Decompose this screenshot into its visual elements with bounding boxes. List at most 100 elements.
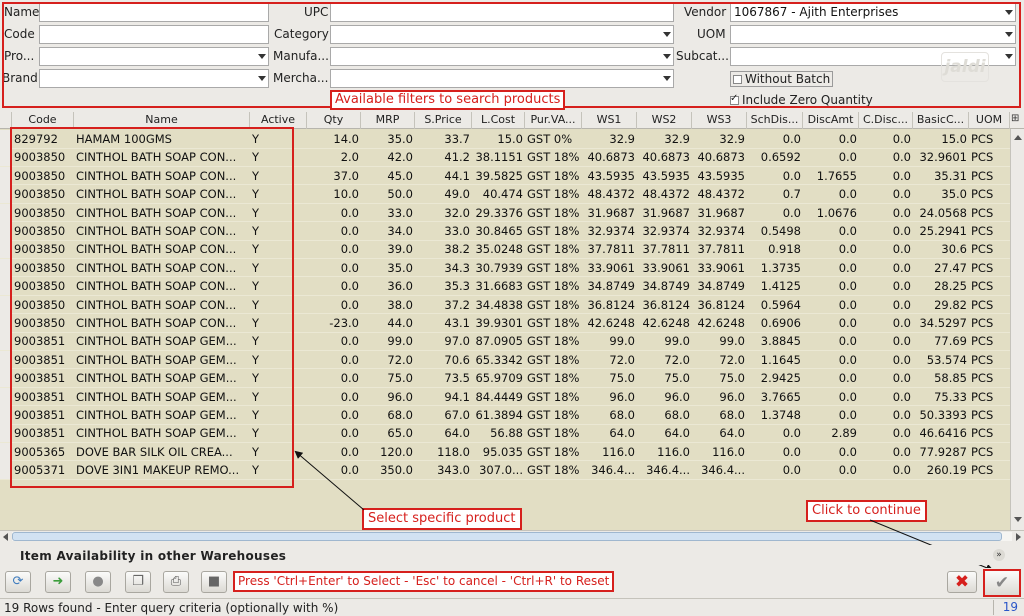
- table-row[interactable]: 9003850 CINTHOL BATH SOAP CON... Y 0.0 34.0 3…: [0, 222, 1010, 241]
- table-cell: CINTHOL BATH SOAP GEM...: [76, 352, 237, 367]
- table-cell: 36.8124: [587, 297, 635, 312]
- table-cell: 68.0: [387, 408, 413, 422]
- table-row[interactable]: 9003850 CINTHOL BATH SOAP CON... Y 37.0 45.0…: [0, 166, 1010, 186]
- scroll-right-icon[interactable]: [1016, 533, 1021, 541]
- row-selector[interactable]: [0, 222, 11, 240]
- table-cell: 0.0: [892, 168, 911, 183]
- row-selector[interactable]: [0, 369, 11, 388]
- table-cell: 77.69: [934, 334, 967, 349]
- row-selector[interactable]: [0, 240, 11, 259]
- expand-chevron-icon[interactable]: »: [993, 549, 1005, 561]
- table-cell: 30.7939: [475, 260, 523, 275]
- table-cell: 38.1151: [475, 150, 523, 165]
- row-selector[interactable]: [0, 350, 11, 369]
- table-row[interactable]: 9003850 CINTHOL BATH SOAP CON... Y 0.0 36.0 3…: [0, 277, 1010, 296]
- column-header[interactable]: L.Cost: [472, 112, 525, 129]
- table-cell: 68.0: [719, 408, 745, 422]
- row-selector[interactable]: [0, 424, 11, 443]
- scroll-up-icon[interactable]: [1014, 135, 1022, 140]
- table-row[interactable]: 9003851 CINTHOL BATH SOAP GEM... Y 0.0 96.0 9…: [0, 387, 1010, 407]
- column-header[interactable]: S.Price: [415, 112, 472, 129]
- table-cell: 38.0: [387, 297, 413, 312]
- table-cell: 0.0: [782, 463, 801, 478]
- row-selector[interactable]: [0, 130, 11, 148]
- table-row[interactable]: 9003850 CINTHOL BATH SOAP CON... Y -23.0 44.…: [0, 314, 1010, 333]
- row-selector[interactable]: [0, 166, 11, 185]
- row-selector[interactable]: [0, 295, 11, 314]
- table-row[interactable]: 9003851 CINTHOL BATH SOAP GEM... Y 0.0 99.0 9…: [0, 332, 1010, 351]
- column-header[interactable]: Code: [12, 112, 74, 129]
- horizontal-scrollbar[interactable]: [0, 530, 1024, 542]
- row-selector[interactable]: [0, 461, 11, 480]
- column-header[interactable]: Active: [250, 112, 307, 129]
- table-cell: 0.0: [838, 279, 857, 294]
- table-row[interactable]: 9003850 CINTHOL BATH SOAP CON... Y 0.0 39.0 3…: [0, 240, 1010, 259]
- table-row[interactable]: 9003850 CINTHOL BATH SOAP CON... Y 0.0 35.0 3…: [0, 258, 1010, 278]
- table-cell: Y: [252, 168, 260, 183]
- stop-button[interactable]: ■: [201, 571, 227, 593]
- column-header[interactable]: WS2: [637, 112, 692, 129]
- table-row[interactable]: 9003851 CINTHOL BATH SOAP GEM... Y 0.0 68.0 6…: [0, 406, 1010, 425]
- row-selector[interactable]: [0, 277, 11, 296]
- table-row[interactable]: 829792 HAMAM 100GMS Y 14.0 35.0 33.7 15.0 GST 0…: [0, 130, 1010, 149]
- continue-button[interactable]: ✔: [983, 569, 1021, 597]
- print-button[interactable]: ⎙: [163, 571, 189, 593]
- column-header[interactable]: WS1: [582, 112, 637, 129]
- table-cell: -23.0: [329, 316, 359, 330]
- row-selector[interactable]: [0, 442, 11, 461]
- product-grid: Code Name Active Qty MRP S.Price L.Cost Pur.VA.…: [0, 112, 1024, 530]
- table-cell: 346.4...: [701, 463, 745, 478]
- table-cell: 3.7665: [760, 389, 801, 404]
- row-selector[interactable]: [0, 185, 11, 204]
- row-selector[interactable]: [0, 406, 11, 424]
- row-selector[interactable]: [0, 332, 11, 351]
- table-row[interactable]: 9003850 CINTHOL BATH SOAP CON... Y 0.0 33.0 3…: [0, 203, 1010, 223]
- vertical-scrollbar[interactable]: [1010, 129, 1024, 530]
- row-selector[interactable]: [0, 148, 11, 167]
- table-cell: 0.0: [340, 389, 359, 404]
- table-row[interactable]: 9003851 CINTHOL BATH SOAP GEM... Y 0.0 72.0 7…: [0, 350, 1010, 370]
- column-header[interactable]: Pur.VA...: [525, 112, 582, 129]
- column-chooser-icon[interactable]: ⊞: [1011, 113, 1019, 124]
- table-row[interactable]: 9005365 DOVE BAR SILK OIL CREA... Y 0.0 120.…: [0, 442, 1010, 462]
- row-count: 19: [993, 600, 1021, 615]
- scroll-left-icon[interactable]: [3, 533, 8, 541]
- column-header[interactable]: UOM: [969, 112, 1010, 129]
- column-header[interactable]: Qty: [307, 112, 361, 129]
- table-row[interactable]: 9005371 DOVE 3IN1 MAKEUP REMO... Y 0.0 350.0…: [0, 461, 1010, 480]
- column-header[interactable]: C.Disc...: [859, 112, 913, 129]
- circle-button[interactable]: ●: [85, 571, 111, 593]
- table-cell: 72.0: [609, 352, 635, 367]
- column-header[interactable]: Name: [74, 112, 250, 129]
- copy-button[interactable]: ❐: [125, 571, 151, 593]
- column-header[interactable]: SchDis...: [747, 112, 803, 129]
- table-row[interactable]: 9003850 CINTHOL BATH SOAP CON... Y 10.0 50.0…: [0, 185, 1010, 204]
- row-selector[interactable]: [0, 314, 11, 332]
- table-cell: CINTHOL BATH SOAP CON...: [76, 279, 237, 294]
- column-header[interactable]: MRP: [361, 112, 415, 129]
- row-selector[interactable]: [0, 387, 11, 406]
- column-header[interactable]: BasicC...: [913, 112, 969, 129]
- row-selector[interactable]: [0, 258, 11, 277]
- table-row[interactable]: 9003850 CINTHOL BATH SOAP CON... Y 2.0 42.0 4…: [0, 148, 1010, 167]
- cancel-button[interactable]: ✖: [947, 571, 977, 593]
- table-cell: PCS: [971, 205, 994, 220]
- table-cell: DOVE BAR SILK OIL CREA...: [76, 444, 233, 459]
- status-bar: 19 Rows found - Enter query criteria (op…: [0, 598, 1024, 616]
- refresh-button[interactable]: ⟳: [5, 571, 31, 593]
- scroll-down-icon[interactable]: [1014, 517, 1022, 522]
- table-row[interactable]: 9003851 CINTHOL BATH SOAP GEM... Y 0.0 75.0 7…: [0, 369, 1010, 388]
- table-cell: 1.3735: [760, 260, 801, 275]
- table-cell: 0.0: [782, 444, 801, 459]
- row-selector[interactable]: [0, 203, 11, 222]
- scroll-thumb[interactable]: [12, 532, 1002, 541]
- column-header[interactable]: WS3: [692, 112, 747, 129]
- table-cell: 260.19: [926, 463, 967, 478]
- table-cell: CINTHOL BATH SOAP CON...: [76, 205, 237, 220]
- table-row[interactable]: 9003850 CINTHOL BATH SOAP CON... Y 0.0 38.0 3…: [0, 295, 1010, 315]
- forward-button[interactable]: ➜: [45, 571, 71, 593]
- table-cell: 0.918: [768, 242, 801, 257]
- table-row[interactable]: 9003851 CINTHOL BATH SOAP GEM... Y 0.0 65.0 6…: [0, 424, 1010, 443]
- table-cell: 9005371: [14, 463, 66, 478]
- column-header[interactable]: DiscAmt: [803, 112, 859, 129]
